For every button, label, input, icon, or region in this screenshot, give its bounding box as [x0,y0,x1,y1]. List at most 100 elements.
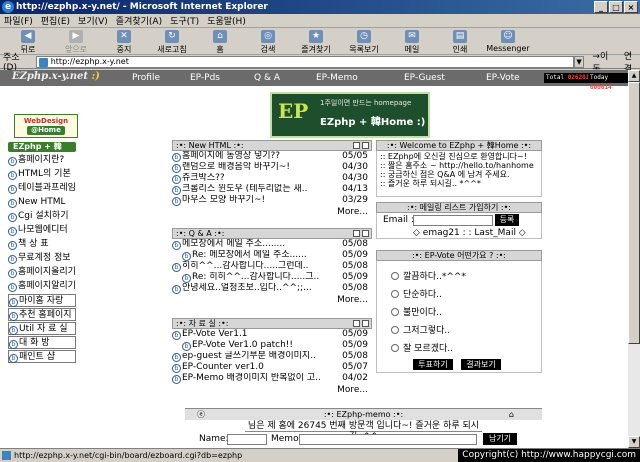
menu-file[interactable]: 파일(F) [4,14,33,27]
vote-option[interactable]: 단순하다.. [391,287,442,300]
list-icon[interactable] [362,142,369,149]
vote-submit-button[interactable]: 투표하기 [413,359,453,370]
sidebar-item[interactable]: b대 화 방 [8,336,76,349]
address-dropdown-button[interactable]: ▼ [573,55,585,68]
post-row[interactable]: b 랜덤으로 배경음악 바꾸기~! 04/30 [172,162,372,173]
sidebar-item[interactable]: b Util 자 료 실 [8,322,76,335]
webdesign-home-logo[interactable]: WebDesign @Home [14,114,78,138]
ie-logo-icon: e [2,1,14,13]
vote-option[interactable]: 깔끔하다..*^^* [391,269,466,282]
sidebar-item[interactable]: b 마이홈 자랑 [8,294,76,307]
toolbar-history-button[interactable]: ◷ 목록보기 [342,29,386,55]
toolbar-forward-button[interactable]: ▶ 앞으로 [54,29,98,55]
sidebar-item[interactable]: b 패인트 샵 [8,350,76,363]
toolbar-print-button[interactable]: ▤ 인쇄 [438,29,482,55]
write-icon[interactable] [353,142,360,149]
status-page-icon [2,451,11,460]
post-row[interactable]: b 마우스 모양 바꾸기~! 03/29 [172,195,372,206]
menu-tools[interactable]: 도구(T) [170,14,199,27]
nav-profile[interactable]: Profile [132,73,160,83]
post-row[interactable]: b 쥬크박스?? 04/30 [172,173,372,184]
site-logo[interactable]: EZphp.x-y.net :) [12,71,100,82]
sidebar-item[interactable]: b Cgi 설치하기 [8,210,84,223]
post-row[interactable]: b 메모장에서 메일 주소........ 05/08 [172,239,372,250]
menu-favorites[interactable]: 즐겨찾기(A) [116,14,162,27]
post-date: 04/30 [342,173,368,183]
new-html-more-link[interactable]: More... [172,206,372,218]
sidebar-item[interactable]: b New HTML [8,196,84,209]
sidebar-home-link[interactable]: EZphp + 韓Home :) [8,142,76,161]
reply-row[interactable]: b Re: 메모장에서 메일 주소...... 05/09 [172,250,372,261]
vote-result-button[interactable]: 결과보기 [461,359,501,370]
post-row[interactable]: b 홈페이지에 동영상 넣기?? 05/05 [172,151,372,162]
memo-submit-button[interactable]: 남기기 [483,433,517,445]
write-icon[interactable] [353,230,360,237]
sidebar-item[interactable]: b 무료계정 정보 [8,252,84,265]
memo-home-icon[interactable]: ⌂ [509,409,514,420]
sidebar-item[interactable]: b 홈페이지란? [8,154,84,167]
maximize-button[interactable]: □ [609,1,623,13]
sidebar-item[interactable]: b 테이블과프레임 [8,182,84,195]
post-row[interactable]: b EP-Counter ver1.0 05/07 [172,362,372,373]
email-field[interactable] [413,215,493,226]
mailing-links[interactable]: ◇ emag21 : : Last_Mail ◇ [413,228,526,238]
post-title: 홈페이지에 동영상 넣기?? [182,151,281,161]
toolbar-mail-button[interactable]: ✉ 메일 [390,29,434,55]
nav-ep-guest[interactable]: EP-Guest [404,73,445,83]
toolbar-refresh-button[interactable]: ↻ 새로고침 [150,29,194,55]
scroll-up-button[interactable]: ▲ [628,70,640,82]
memo-text-field[interactable] [299,434,477,445]
toolbar-stop-button[interactable]: ✕ 중지 [102,29,146,55]
mailing-header: :•: 메일링 리스트 가입하기 :•: [376,202,542,213]
post-row[interactable]: b EP-Memo 배경이미지 반복없이 고.. 04/02 [172,373,372,384]
sidebar-item[interactable]: b 추천 홈페이지 [8,308,76,321]
vote-option[interactable]: 그저그렇다.. [391,323,450,336]
post-row[interactable]: b 히히^^...감사합니다.....그런데.. 05/08 [172,261,372,272]
vertical-scrollbar[interactable]: ▲ ▼ [628,70,640,448]
qna-more-link[interactable]: More... [172,294,372,306]
sidebar-item[interactable]: b책 상 표 [8,238,84,251]
reply-row[interactable]: b Re: 히히^^...감사합니다.....그.. 05/09 [172,272,372,283]
close-button[interactable]: × [624,1,638,13]
vote-option[interactable]: 불만이다.. [391,305,442,318]
minimize-button[interactable]: _ [594,1,608,13]
nav-ep-memo[interactable]: EP-Memo [316,73,358,83]
menu-view[interactable]: 보기(V) [78,14,108,27]
sidebar-item[interactable]: b 나모웹에디터 [8,224,84,237]
toolbar-messenger-button[interactable]: ☺ Messenger [486,29,530,53]
vote-option[interactable]: 잘 모르겠다.. [391,341,453,354]
post-row[interactable]: b ep-guest 글쓰기부분 배경이미지.. 05/08 [172,351,372,362]
memo-name-field[interactable] [227,434,267,445]
menu-edit[interactable]: 편집(E) [41,14,70,27]
post-row[interactable]: b 안녕세요..얼청초보..입다..^^;;... 05/08 [172,283,372,294]
write-icon[interactable] [353,320,360,327]
sidebar-item[interactable]: b 홈페이지올리기 [8,266,84,279]
nav-qna[interactable]: Q & A [254,73,280,83]
list-icon[interactable] [362,320,369,327]
sidebar-item[interactable]: b 홈페이지알리기 [8,280,84,293]
vote-radio[interactable] [391,272,399,280]
address-input[interactable]: http://ezphp.x-y.net [35,55,574,68]
pds-more-link[interactable]: More... [172,384,372,396]
sidebar: WebDesign @Home EZphp + 韓Home :) b 홈페이지란?… [8,114,84,364]
vote-radio[interactable] [391,308,399,316]
reply-row[interactable]: b EP-Vote Ver1.0 patch!! 05/09 [172,340,372,351]
toolbar-home-button[interactable]: ⌂ 홈 [198,29,242,55]
scroll-thumb[interactable] [628,82,640,344]
scroll-down-button[interactable]: ▼ [628,436,640,448]
site-banner[interactable]: EP 1주일이면 만드는 homepage EZphp + 韓Home :) [270,92,430,138]
vote-radio[interactable] [391,326,399,334]
menu-help[interactable]: 도움말(H) [207,14,246,27]
post-row[interactable]: b 크롬리스 윈도우 (테두리없는 새.. 04/13 [172,184,372,195]
nav-ep-vote[interactable]: EP-Vote [486,73,520,83]
nav-ep-pds[interactable]: EP-Pds [190,73,220,83]
toolbar-search-button[interactable]: ◎ 검색 [246,29,290,55]
vote-radio[interactable] [391,290,399,298]
list-icon[interactable] [362,230,369,237]
sidebar-item[interactable]: b HTML의 기본 [8,168,84,181]
vote-radio[interactable] [391,344,399,352]
register-button[interactable]: 등록 [495,214,519,226]
toolbar-favorites-button[interactable]: ★ 즐겨찾기 [294,29,338,55]
post-row[interactable]: b EP-Vote Ver1.1 05/09 [172,329,372,340]
window-title-bar[interactable]: e http://ezphp.x-y.net/ - Microsoft Inte… [0,0,640,14]
